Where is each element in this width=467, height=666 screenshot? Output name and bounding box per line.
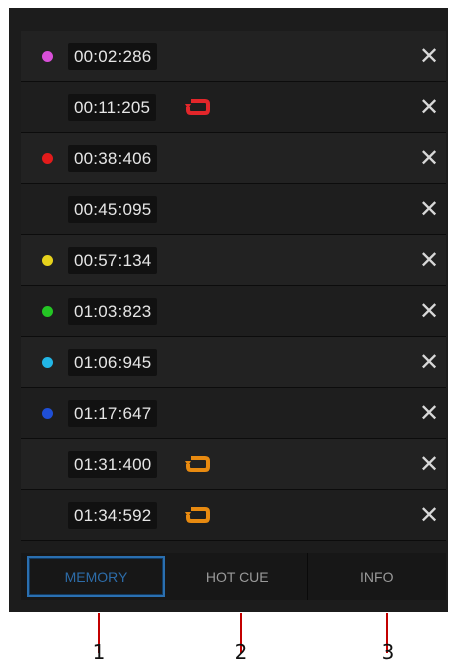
cue-color-dot-icon — [42, 357, 53, 368]
cue-row[interactable]: 00:45:095 ✕ — [21, 184, 446, 235]
delete-cue-close-icon[interactable]: ✕ — [416, 197, 442, 223]
cue-time: 00:38:406 — [68, 145, 158, 172]
callout-number-2: 2 — [234, 640, 248, 664]
cue-row[interactable]: 01:03:823 ✕ — [21, 286, 446, 337]
cue-row[interactable]: 00:38:406 ✕ — [21, 133, 446, 184]
delete-cue-close-icon[interactable]: ✕ — [416, 401, 442, 427]
cue-time: 01:06:945 — [68, 349, 158, 376]
cue-row[interactable]: 00:57:134 ✕ — [21, 235, 446, 286]
cue-row[interactable]: 00:11:205 ✕ — [21, 82, 446, 133]
cue-color-dot-icon — [42, 306, 53, 317]
cue-row[interactable]: 01:31:400 ✕ — [21, 439, 446, 490]
cue-time: 00:57:134 — [68, 247, 158, 274]
tab-memory[interactable]: MEMORY — [27, 556, 165, 597]
cue-row[interactable]: 01:34:592 ✕ — [21, 490, 446, 541]
cue-time: 01:31:400 — [68, 451, 158, 478]
tab-bar: MEMORY HOT CUE INFO — [21, 553, 446, 600]
cue-time: 01:03:823 — [68, 298, 158, 325]
loop-icon — [185, 507, 210, 523]
delete-cue-close-icon[interactable]: ✕ — [416, 503, 442, 529]
delete-cue-close-icon[interactable]: ✕ — [416, 95, 442, 121]
delete-cue-close-icon[interactable]: ✕ — [416, 350, 442, 376]
delete-cue-close-icon[interactable]: ✕ — [416, 248, 442, 274]
cue-row[interactable]: 00:02:286 ✕ — [21, 31, 446, 82]
cue-time: 00:11:205 — [68, 94, 157, 121]
callout-number-1: 1 — [92, 640, 106, 664]
loop-icon — [185, 456, 210, 472]
loop-icon — [185, 99, 210, 115]
cue-time: 00:02:286 — [68, 43, 158, 70]
cue-time: 00:45:095 — [68, 196, 158, 223]
cue-list: 00:02:286 ✕ 00:11:205 ✕ 00:38:406 ✕ 00:45:095 ✕… — [21, 31, 446, 541]
delete-cue-close-icon[interactable]: ✕ — [416, 146, 442, 172]
cue-time: 01:17:647 — [68, 400, 158, 427]
delete-cue-close-icon[interactable]: ✕ — [416, 452, 442, 478]
tab-info[interactable]: INFO — [308, 553, 447, 600]
delete-cue-close-icon[interactable]: ✕ — [416, 44, 442, 70]
callout-number-3: 3 — [381, 640, 395, 664]
delete-cue-close-icon[interactable]: ✕ — [416, 299, 442, 325]
tab-hot-cue[interactable]: HOT CUE — [168, 553, 308, 600]
cue-color-dot-icon — [42, 408, 53, 419]
cue-row[interactable]: 01:17:647 ✕ — [21, 388, 446, 439]
cue-color-dot-icon — [42, 153, 53, 164]
cue-color-dot-icon — [42, 51, 53, 62]
cue-color-dot-icon — [42, 255, 53, 266]
cue-time: 01:34:592 — [68, 502, 158, 529]
cue-row[interactable]: 01:06:945 ✕ — [21, 337, 446, 388]
